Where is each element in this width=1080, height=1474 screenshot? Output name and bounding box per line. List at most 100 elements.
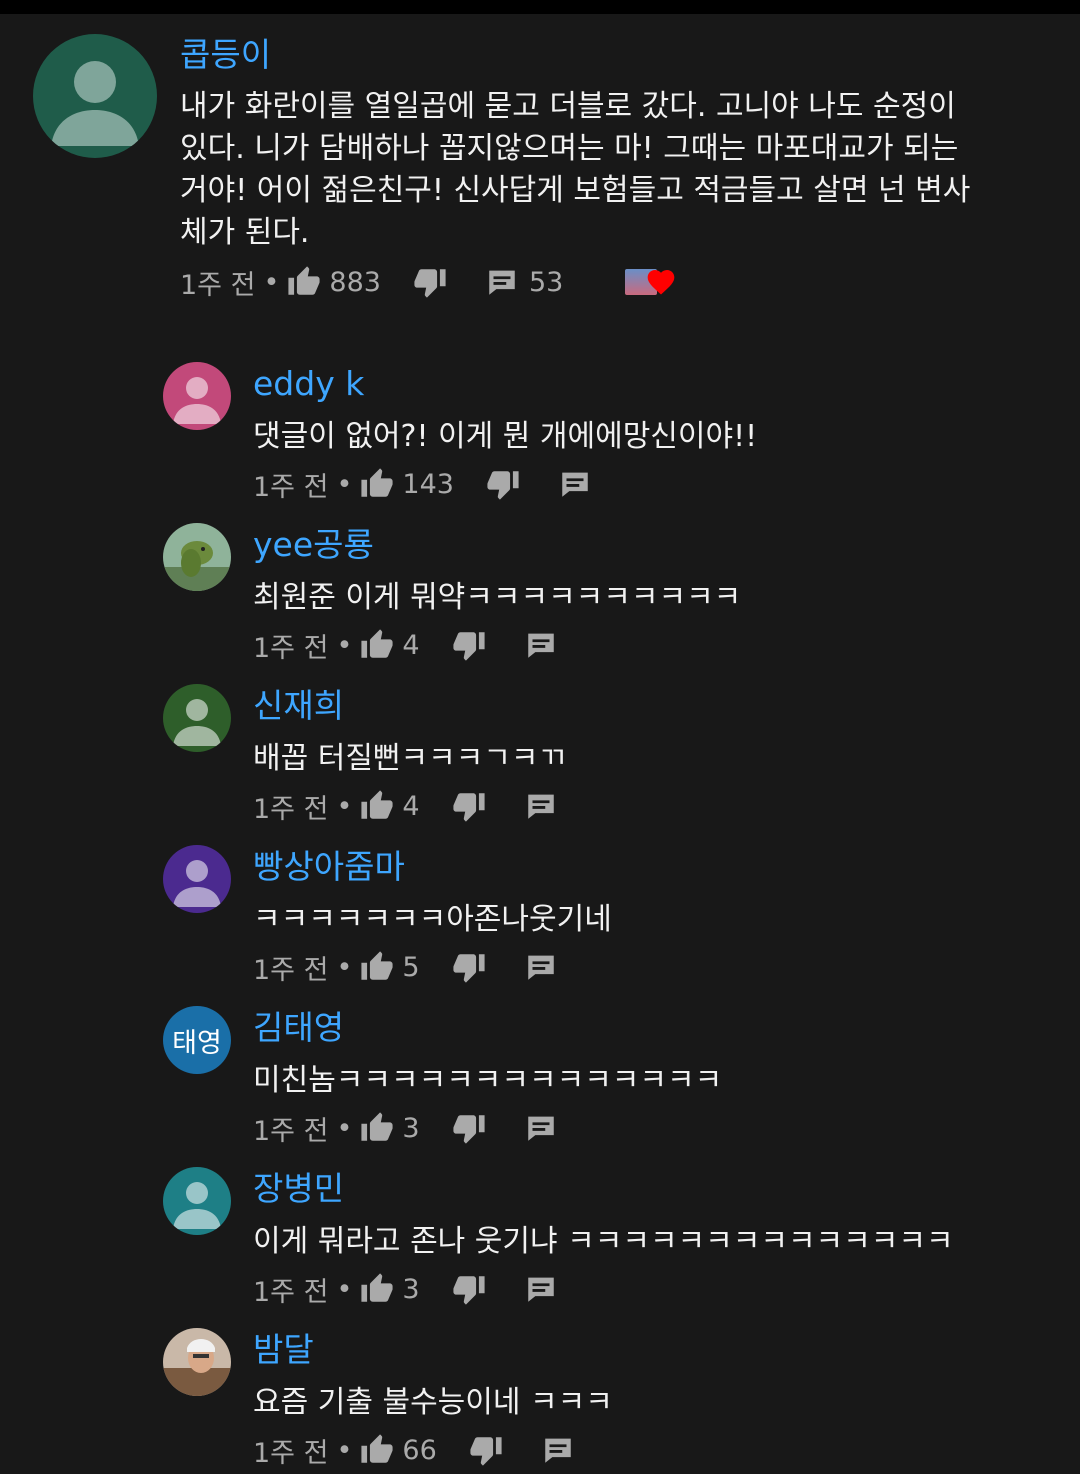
- like-count: 66: [402, 1434, 437, 1466]
- thumbs-up-icon[interactable]: [360, 950, 394, 984]
- reply-comment: 태영 김태영미친놈ㅋㅋㅋㅋㅋㅋㅋㅋㅋㅋㅋㅋㅋㅋ 1주 전 • 3: [0, 1006, 1080, 1167]
- thumbs-down-icon[interactable]: [452, 1111, 486, 1145]
- avatar-initials: 태영: [172, 1027, 222, 1059]
- reply-icon[interactable]: [541, 1433, 575, 1467]
- reply-comment: eddy k 댓글이 없어?! 이게 뭔 개에에망신이야!! 1주 전 • 143: [0, 362, 1080, 523]
- reply-icon[interactable]: [524, 789, 558, 823]
- thumbs-up-icon[interactable]: [287, 265, 321, 299]
- reply-actions: 1주 전 • 66: [253, 1430, 575, 1470]
- reply-actions: 1주 전 • 5: [253, 947, 558, 987]
- thumbs-down-icon[interactable]: [452, 628, 486, 662]
- like-count: 883: [329, 266, 381, 298]
- reply-author[interactable]: yee공룡: [253, 525, 374, 565]
- comment-text-line: 체가 된다.: [180, 215, 310, 250]
- thumbs-up-icon[interactable]: [360, 1111, 394, 1145]
- reply-icon[interactable]: [524, 1272, 558, 1306]
- avatar[interactable]: [163, 1167, 231, 1235]
- reply-text: 배꼽 터질뻔ㅋㅋㅋㄱㅋㄲ: [253, 741, 567, 776]
- thumbs-up-icon[interactable]: [360, 789, 394, 823]
- reply-comment: yee공룡최원준 이게 뭐약ㅋㅋㅋㅋㅋㅋㅋㅋㅋㅋ 1주 전 • 4: [0, 523, 1080, 684]
- reply-icon[interactable]: [524, 628, 558, 662]
- reply-time: 1주 전: [253, 793, 329, 825]
- reply-text: 요즘 기출 불수능이네 ㅋㅋㅋ: [253, 1385, 613, 1420]
- separator-dot: •: [263, 266, 280, 298]
- reply-actions: 1주 전 • 4: [253, 786, 558, 826]
- reply-time: 1주 전: [253, 632, 329, 664]
- reply-author[interactable]: 김태영: [253, 1008, 344, 1048]
- comment-author[interactable]: 콥등이: [180, 35, 271, 75]
- comment-text-line: 내가 화란이를 열일곱에 묻고 더블로 갔다. 고니야 나도 순정이: [180, 89, 956, 124]
- thumbs-down-icon[interactable]: [486, 467, 520, 501]
- reply-author[interactable]: eddy k: [253, 364, 364, 404]
- comment-text-line: 거야! 어이 젊은친구! 신사답게 보험들고 적금들고 살면 넌 변사: [180, 173, 971, 208]
- main-comment: 콥등이 내가 화란이를 열일곱에 묻고 더블로 갔다. 고니야 나도 순정이 있…: [0, 0, 1080, 330]
- reply-comment: 신재희배꼽 터질뻔ㅋㅋㅋㄱㅋㄲ 1주 전 • 4: [0, 684, 1080, 845]
- reply-comment: 빵상아줌마 ㅋㅋㅋㅋㅋㅋㅋ아존나웃기네 1주 전 • 5: [0, 845, 1080, 1006]
- reply-actions: 1주 전 • 143: [253, 464, 592, 504]
- reply-author[interactable]: 밤달: [253, 1330, 314, 1370]
- comment-time: 1주 전: [180, 269, 256, 301]
- avatar[interactable]: [163, 1328, 231, 1396]
- reply-icon[interactable]: [524, 950, 558, 984]
- dinosaur-avatar-icon: [163, 523, 231, 591]
- reply-time: 1주 전: [253, 954, 329, 986]
- reply-author[interactable]: 신재희: [253, 686, 344, 726]
- reply-text: 이게 뭐라고 존나 웃기냐 ㅋㅋㅋㅋㅋㅋㅋㅋㅋㅋㅋㅋㅋㅋ: [253, 1224, 954, 1259]
- thumbs-down-icon[interactable]: [452, 789, 486, 823]
- reply-actions: 1주 전 • 4: [253, 625, 558, 665]
- reply-icon[interactable]: [558, 467, 592, 501]
- avatar[interactable]: [163, 845, 231, 913]
- default-avatar-icon: [33, 34, 157, 158]
- like-count: 143: [402, 468, 454, 500]
- reply-author[interactable]: 장병민: [253, 1169, 344, 1209]
- reply-comment: 장병민이게 뭐라고 존나 웃기냐 ㅋㅋㅋㅋㅋㅋㅋㅋㅋㅋㅋㅋㅋㅋ 1주 전 • 3: [0, 1167, 1080, 1328]
- default-avatar-icon: [163, 1167, 231, 1235]
- like-count: 3: [402, 1112, 420, 1144]
- creator-heart-icon: [645, 266, 677, 296]
- thumbs-down-icon[interactable]: [469, 1433, 503, 1467]
- creator-heart-badge: [625, 267, 679, 297]
- reply-time: 1주 전: [253, 471, 329, 503]
- default-avatar-icon: [163, 684, 231, 752]
- comment-text-line: 있다. 니가 담배하나 꼽지않으며는 마! 그때는 마포대교가 되는: [180, 131, 959, 166]
- thumbs-up-icon[interactable]: [360, 628, 394, 662]
- separator-dot: •: [336, 790, 353, 822]
- separator-dot: •: [336, 951, 353, 983]
- thumbs-down-icon[interactable]: [413, 265, 447, 299]
- reply-text: 미친놈ㅋㅋㅋㅋㅋㅋㅋㅋㅋㅋㅋㅋㅋㅋ: [253, 1063, 723, 1098]
- reply-author[interactable]: 빵상아줌마: [253, 847, 405, 887]
- default-avatar-icon: [163, 845, 231, 913]
- reply-actions: 1주 전 • 3: [253, 1108, 558, 1148]
- reply-text: ㅋㅋㅋㅋㅋㅋㅋ아존나웃기네: [253, 902, 612, 937]
- separator-dot: •: [336, 468, 353, 500]
- thumbs-up-icon[interactable]: [360, 1272, 394, 1306]
- reply-icon[interactable]: [485, 265, 519, 299]
- reply-time: 1주 전: [253, 1437, 329, 1469]
- avatar[interactable]: 태영: [163, 1006, 231, 1074]
- reply-text: 최원준 이게 뭐약ㅋㅋㅋㅋㅋㅋㅋㅋㅋㅋ: [253, 580, 742, 615]
- default-avatar-icon: [163, 362, 231, 430]
- reply-icon[interactable]: [524, 1111, 558, 1145]
- like-count: 4: [402, 629, 420, 661]
- reply-time: 1주 전: [253, 1276, 329, 1308]
- separator-dot: •: [336, 629, 353, 661]
- reply-time: 1주 전: [253, 1115, 329, 1147]
- thumbs-up-icon[interactable]: [360, 467, 394, 501]
- like-count: 3: [402, 1273, 420, 1305]
- thumbs-down-icon[interactable]: [452, 1272, 486, 1306]
- photo-avatar-icon: [163, 1328, 231, 1396]
- avatar[interactable]: [163, 523, 231, 591]
- reply-comment: 밤달요즘 기출 불수능이네 ㅋㅋㅋ 1주 전 • 66: [0, 1328, 1080, 1474]
- reply-count[interactable]: 53: [529, 267, 563, 298]
- thumbs-down-icon[interactable]: [452, 950, 486, 984]
- avatar[interactable]: [33, 34, 157, 158]
- thumbs-up-icon[interactable]: [360, 1433, 394, 1467]
- separator-dot: •: [336, 1434, 353, 1466]
- like-count: 4: [402, 790, 420, 822]
- reply-actions: 1주 전 • 3: [253, 1269, 558, 1309]
- avatar[interactable]: [163, 362, 231, 430]
- reply-text: 댓글이 없어?! 이게 뭔 개에에망신이야!!: [253, 419, 758, 454]
- comment-actions: 1주 전 • 883 53: [180, 262, 679, 302]
- avatar[interactable]: [163, 684, 231, 752]
- separator-dot: •: [336, 1112, 353, 1144]
